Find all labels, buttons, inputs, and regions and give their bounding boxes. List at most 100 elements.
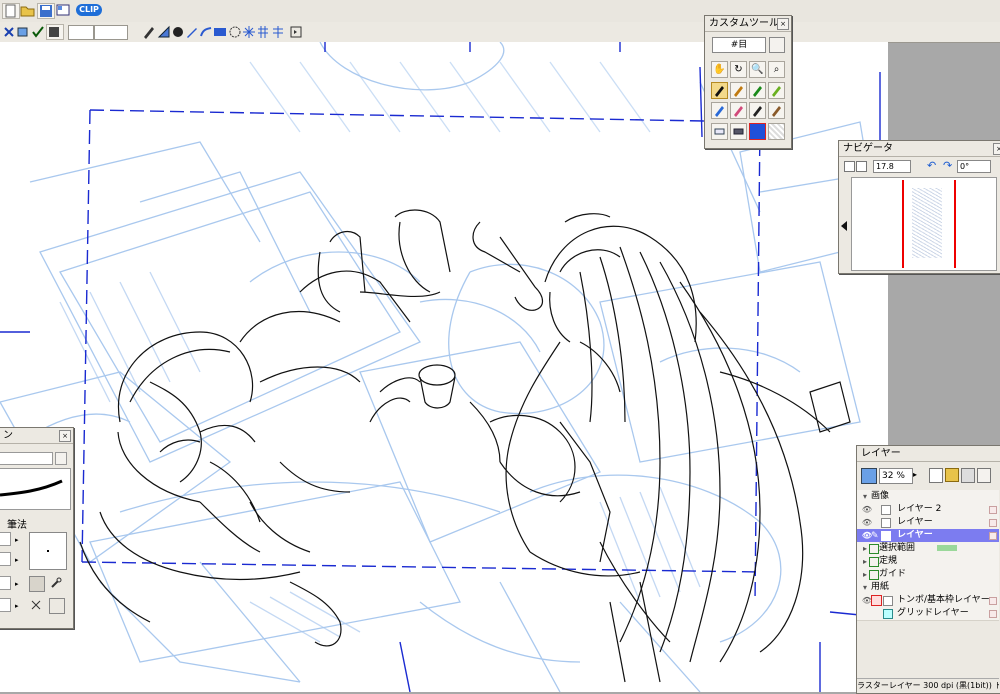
custom-tools-title: カスタムツール × bbox=[705, 16, 791, 32]
rotate-left-icon[interactable]: ↶ bbox=[927, 159, 936, 172]
layer-label: レイヤー 2 bbox=[897, 504, 942, 514]
duplicate-layer-icon[interactable] bbox=[961, 468, 975, 483]
blend-mode-icon[interactable] bbox=[861, 468, 877, 484]
new-folder-icon[interactable] bbox=[945, 468, 959, 482]
layer-label: レイヤー bbox=[897, 517, 933, 527]
arrow-right-icon[interactable]: ▸ bbox=[15, 556, 19, 564]
layer-row[interactable]: 👁 レイヤー 2 bbox=[857, 503, 999, 517]
color-icon[interactable] bbox=[749, 123, 766, 140]
pen-settings-panel: ン × 筆法 ▸ ▸ ▸ ▸ bbox=[0, 427, 74, 629]
layer-row[interactable]: グリッドレイヤー bbox=[857, 607, 999, 621]
delete-layer-icon[interactable] bbox=[977, 468, 991, 483]
new-file-icon[interactable] bbox=[2, 3, 20, 19]
eraser-icon[interactable] bbox=[730, 123, 747, 140]
loupe-icon[interactable]: ⌕ bbox=[768, 61, 785, 78]
expand-icon[interactable]: ▾ bbox=[859, 581, 871, 594]
expand-icon[interactable] bbox=[289, 25, 305, 39]
preset-menu-icon[interactable] bbox=[55, 452, 67, 465]
layer-row-group[interactable]: ▸ ガイド bbox=[857, 568, 999, 582]
close-icon[interactable]: × bbox=[777, 18, 789, 30]
layer-label: レイヤー bbox=[897, 530, 933, 540]
opacity-arrow-icon[interactable]: ▸ bbox=[913, 470, 917, 479]
eye-icon[interactable]: 👁 bbox=[861, 503, 873, 516]
layer-icon[interactable] bbox=[16, 25, 32, 39]
layer-label: トンボ/基本枠レイヤー bbox=[897, 595, 990, 605]
text-line-icon[interactable] bbox=[271, 25, 287, 39]
actual-size-icon[interactable] bbox=[856, 161, 867, 172]
grid-line-icon[interactable] bbox=[256, 25, 272, 39]
rotate-icon[interactable]: ↻ bbox=[730, 61, 747, 78]
layer-panel-title: レイヤー bbox=[857, 446, 1000, 462]
swap-icon[interactable] bbox=[29, 576, 45, 592]
navigator-panel: ナビゲータ × 17.8 ↶ ↷ 0° bbox=[838, 140, 1000, 274]
option-field-a[interactable] bbox=[68, 25, 94, 40]
scissors-icon[interactable] bbox=[29, 598, 43, 612]
layout-icon[interactable] bbox=[55, 3, 71, 17]
layer-label: 定規 bbox=[879, 556, 898, 566]
opacity-stepper[interactable] bbox=[0, 552, 11, 566]
angle-field[interactable]: 0° bbox=[957, 160, 991, 173]
pen-icon[interactable] bbox=[768, 102, 785, 119]
arrow-right-icon[interactable]: ▸ bbox=[15, 602, 19, 610]
layer-flag-icon bbox=[989, 610, 997, 618]
frame-icon[interactable] bbox=[213, 25, 229, 39]
layer-label: グリッドレイヤー bbox=[897, 608, 969, 618]
clip-button[interactable]: CLIP bbox=[76, 4, 102, 16]
pen-icon[interactable] bbox=[730, 82, 747, 99]
close-icon[interactable]: × bbox=[993, 143, 1000, 155]
pencil-icon[interactable] bbox=[730, 102, 747, 119]
layer-row-folder[interactable]: ▾ 画像 bbox=[857, 490, 999, 504]
open-file-icon[interactable] bbox=[20, 3, 36, 17]
selection-icon bbox=[869, 544, 879, 554]
zoom-icon[interactable]: 🔍 bbox=[749, 61, 766, 78]
fit-icon[interactable] bbox=[844, 161, 855, 172]
zoom-field[interactable]: 17.8 bbox=[873, 160, 911, 173]
layer-flag-icon bbox=[989, 597, 997, 605]
preset-select[interactable]: #目 bbox=[712, 37, 766, 53]
eye-icon[interactable]: 👁 bbox=[861, 516, 873, 529]
layer-row[interactable]: 👁 レイヤー bbox=[857, 516, 999, 530]
rotate-right-icon[interactable]: ↷ bbox=[943, 159, 952, 172]
pen-icon[interactable] bbox=[711, 82, 728, 99]
size-field[interactable] bbox=[94, 25, 128, 40]
opacity-field[interactable]: 32 % bbox=[879, 468, 913, 484]
save-file-icon[interactable] bbox=[37, 3, 55, 19]
disk-icon[interactable] bbox=[46, 24, 64, 40]
preset-menu-icon[interactable] bbox=[769, 37, 785, 53]
lock-icon bbox=[871, 595, 882, 606]
angle-stepper[interactable] bbox=[0, 598, 11, 612]
brush-preset-field[interactable] bbox=[0, 452, 53, 465]
layer-row[interactable]: 👁 トンボ/基本枠レイヤー bbox=[857, 594, 999, 608]
texture-icon[interactable] bbox=[49, 598, 65, 614]
collapse-arrow-icon[interactable] bbox=[841, 221, 847, 231]
pen-tool-icon[interactable] bbox=[142, 25, 158, 39]
layer-panel: レイヤー 32 % ▸ ▾ 画像 👁 レイヤー 2 👁 レイヤー 👁 ✎ レイヤー ▸ 選択… bbox=[856, 445, 1000, 694]
expand-icon[interactable]: ▾ bbox=[859, 490, 871, 503]
navigator-preview[interactable] bbox=[851, 177, 997, 271]
size-stepper[interactable] bbox=[0, 532, 11, 546]
custom-tools-title-text: カスタムツール bbox=[709, 18, 779, 29]
density-stepper[interactable] bbox=[0, 576, 11, 590]
pen-tab-label[interactable]: 筆法 bbox=[7, 516, 27, 531]
layer-thumb bbox=[883, 596, 893, 606]
ruler-icon bbox=[869, 557, 879, 567]
wrench-icon[interactable] bbox=[49, 576, 63, 590]
pattern-icon[interactable] bbox=[768, 123, 785, 140]
group-color-icon bbox=[937, 545, 957, 551]
check-icon[interactable] bbox=[31, 25, 47, 39]
brush-icon[interactable] bbox=[711, 102, 728, 119]
pen-icon[interactable] bbox=[768, 82, 785, 99]
close-icon[interactable]: × bbox=[59, 430, 71, 442]
pen-icon[interactable] bbox=[749, 102, 766, 119]
layer-row-folder[interactable]: ▾ 用紙 bbox=[857, 581, 999, 595]
hand-icon[interactable]: ✋ bbox=[711, 61, 728, 78]
tip-dot bbox=[47, 550, 49, 552]
layer-row-selected[interactable]: 👁 ✎ レイヤー bbox=[857, 529, 999, 543]
layer-row-group[interactable]: ▸ 定規 bbox=[857, 555, 999, 569]
arrow-right-icon[interactable]: ▸ bbox=[15, 580, 19, 588]
layer-row-group[interactable]: ▸ 選択範囲 bbox=[857, 542, 999, 556]
pen-icon[interactable] bbox=[749, 82, 766, 99]
arrow-right-icon[interactable]: ▸ bbox=[15, 536, 19, 544]
eraser-icon[interactable] bbox=[711, 123, 728, 140]
new-layer-icon[interactable] bbox=[929, 468, 943, 483]
